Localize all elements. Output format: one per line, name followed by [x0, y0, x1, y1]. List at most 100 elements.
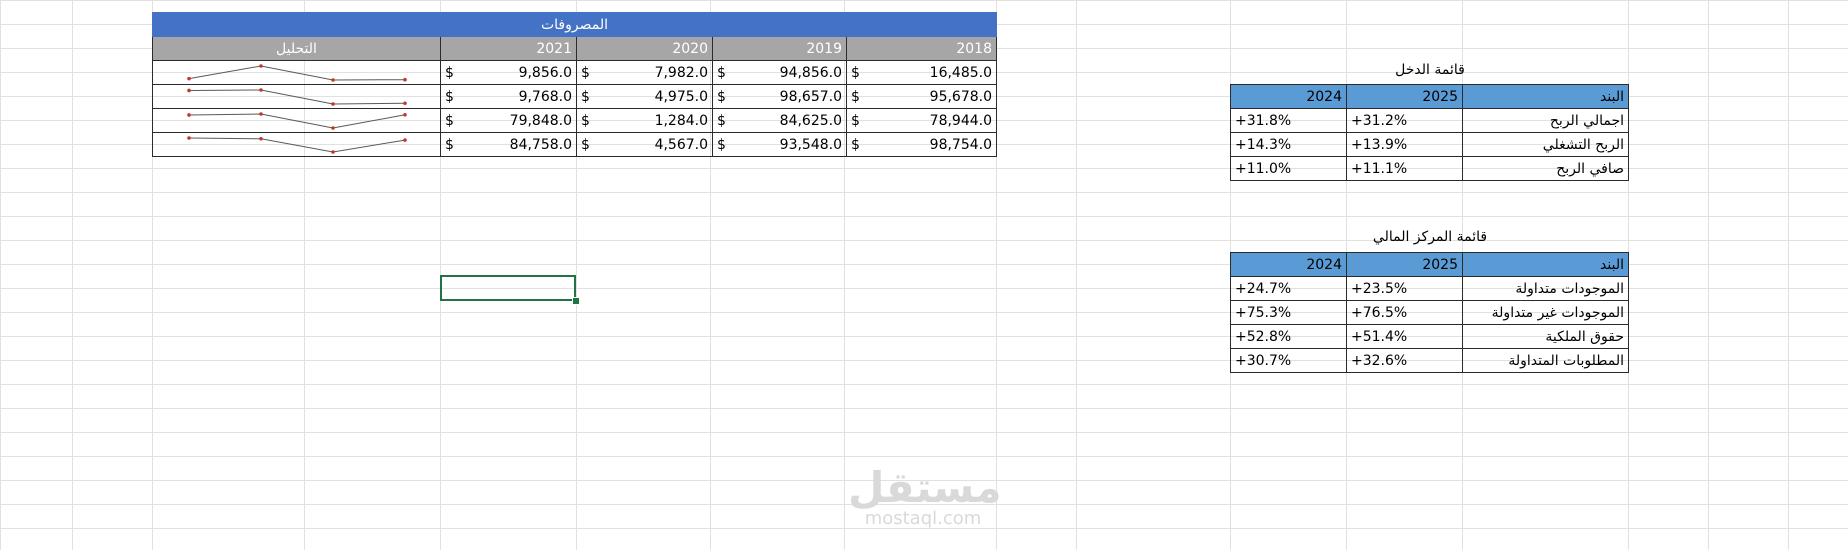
- expenses-row: $9,768.0 $4,975.0 $98,657.0 $95,678.0: [152, 84, 997, 109]
- currency-wrap: $16,485.0: [851, 65, 992, 81]
- sparkline-cell[interactable]: [152, 60, 441, 85]
- income-statement-table: 2024 2025 البند +31.8% +31.2% اجمالي الربح…: [1230, 84, 1629, 181]
- income-row: +11.0% +11.1% صافي الربح: [1230, 156, 1629, 181]
- currency-wrap: $84,758.0: [445, 137, 572, 153]
- currency-wrap: $4,567.0: [581, 137, 708, 153]
- sparkline-cell[interactable]: [152, 84, 441, 109]
- year-header-2020[interactable]: 2020: [576, 36, 713, 61]
- expense-value-cell[interactable]: $84,758.0: [440, 132, 577, 157]
- column-divider: [1076, 0, 1077, 550]
- value-2024[interactable]: +14.3%: [1230, 132, 1347, 157]
- currency-wrap: $95,678.0: [851, 89, 992, 105]
- year-header-2019[interactable]: 2019: [712, 36, 847, 61]
- currency-symbol: $: [717, 88, 726, 105]
- sparkline-marker: [331, 149, 335, 154]
- income-header-2025[interactable]: 2025: [1346, 84, 1463, 109]
- sparkline-marker: [403, 100, 407, 105]
- currency-symbol: $: [717, 64, 726, 81]
- sparkline-marker: [331, 77, 335, 82]
- sparkline: [187, 87, 407, 106]
- sparkline-marker: [331, 101, 335, 106]
- value-2025[interactable]: +23.5%: [1346, 276, 1463, 301]
- currency-symbol: $: [445, 64, 454, 81]
- sparkline-cell[interactable]: [152, 108, 441, 133]
- expense-value: 98,754.0: [929, 136, 992, 153]
- position-header-2024[interactable]: 2024: [1230, 252, 1347, 277]
- value-2024[interactable]: +30.7%: [1230, 348, 1347, 373]
- expense-value-cell[interactable]: $9,768.0: [440, 84, 577, 109]
- value-2025[interactable]: +76.5%: [1346, 300, 1463, 325]
- item-label[interactable]: اجمالي الربح: [1462, 108, 1629, 133]
- expense-value-cell[interactable]: $94,856.0: [712, 60, 847, 85]
- currency-symbol: $: [851, 88, 860, 105]
- sparkline-marker: [331, 125, 335, 130]
- expense-value-cell[interactable]: $95,678.0: [846, 84, 997, 109]
- expense-value-cell[interactable]: $4,975.0: [576, 84, 713, 109]
- expenses-title-row: المصروفات: [152, 12, 997, 37]
- fill-handle[interactable]: [572, 297, 580, 305]
- value-2024[interactable]: +11.0%: [1230, 156, 1347, 181]
- value-2024[interactable]: +75.3%: [1230, 300, 1347, 325]
- value-2025[interactable]: +51.4%: [1346, 324, 1463, 349]
- year-header-2018[interactable]: 2018: [846, 36, 997, 61]
- item-label[interactable]: صافي الربح: [1462, 156, 1629, 181]
- currency-symbol: $: [717, 136, 726, 153]
- expense-value-cell[interactable]: $7,982.0: [576, 60, 713, 85]
- year-header-2021[interactable]: 2021: [440, 36, 577, 61]
- column-divider: [72, 0, 73, 550]
- expense-value: 4,975.0: [654, 88, 708, 105]
- expense-value-cell[interactable]: $4,567.0: [576, 132, 713, 157]
- expense-value-cell[interactable]: $79,848.0: [440, 108, 577, 133]
- currency-symbol: $: [581, 64, 590, 81]
- expense-value: 84,758.0: [509, 136, 572, 153]
- expenses-row: $84,758.0 $4,567.0 $93,548.0 $98,754.0: [152, 132, 997, 157]
- item-label[interactable]: الربح التشغلي: [1462, 132, 1629, 157]
- value-2024[interactable]: +31.8%: [1230, 108, 1347, 133]
- sparkline-marker: [259, 63, 263, 68]
- expense-value-cell[interactable]: $1,284.0: [576, 108, 713, 133]
- currency-symbol: $: [445, 88, 454, 105]
- value-2024[interactable]: +24.7%: [1230, 276, 1347, 301]
- expense-value-cell[interactable]: $84,625.0: [712, 108, 847, 133]
- currency-wrap: $78,944.0: [851, 113, 992, 129]
- income-row: +31.8% +31.2% اجمالي الربح: [1230, 108, 1629, 133]
- position-row: +52.8% +51.4% حقوق الملكية: [1230, 324, 1629, 349]
- expense-value-cell[interactable]: $98,657.0: [712, 84, 847, 109]
- value-2025[interactable]: +31.2%: [1346, 108, 1463, 133]
- income-statement-title[interactable]: قائمة الدخل: [1230, 62, 1630, 78]
- expense-value-cell[interactable]: $9,856.0: [440, 60, 577, 85]
- expense-value: 9,856.0: [518, 64, 572, 81]
- financial-position-title[interactable]: قائمة المركز المالي: [1230, 229, 1630, 245]
- expense-value: 16,485.0: [929, 64, 992, 81]
- expense-value-cell[interactable]: $16,485.0: [846, 60, 997, 85]
- sparkline-marker: [259, 87, 263, 92]
- sparkline-marker: [403, 112, 407, 117]
- currency-wrap: $98,657.0: [717, 89, 842, 105]
- expense-value-cell[interactable]: $93,548.0: [712, 132, 847, 157]
- item-label[interactable]: الموجودات متداولة: [1462, 276, 1629, 301]
- position-row: +30.7% +32.6% المطلوبات المتداولة: [1230, 348, 1629, 373]
- column-divider: [1708, 0, 1709, 550]
- currency-symbol: $: [851, 64, 860, 81]
- value-2025[interactable]: +32.6%: [1346, 348, 1463, 373]
- item-label[interactable]: حقوق الملكية: [1462, 324, 1629, 349]
- expense-value: 94,856.0: [779, 64, 842, 81]
- income-header-2024[interactable]: 2024: [1230, 84, 1347, 109]
- sparkline-line: [188, 88, 406, 105]
- position-header-item[interactable]: البند: [1462, 252, 1629, 277]
- item-label[interactable]: المطلوبات المتداولة: [1462, 348, 1629, 373]
- income-header-item[interactable]: البند: [1462, 84, 1629, 109]
- item-label[interactable]: الموجودات غير متداولة: [1462, 300, 1629, 325]
- expense-value-cell[interactable]: $98,754.0: [846, 132, 997, 157]
- position-header-2025[interactable]: 2025: [1346, 252, 1463, 277]
- value-2024[interactable]: +52.8%: [1230, 324, 1347, 349]
- expense-value: 93,548.0: [779, 136, 842, 153]
- position-row: +75.3% +76.5% الموجودات غير متداولة: [1230, 300, 1629, 325]
- expense-value-cell[interactable]: $78,944.0: [846, 108, 997, 133]
- value-2025[interactable]: +13.9%: [1346, 132, 1463, 157]
- analysis-header[interactable]: التحليل: [152, 36, 441, 61]
- value-2025[interactable]: +11.1%: [1346, 156, 1463, 181]
- expenses-title[interactable]: المصروفات: [152, 12, 997, 37]
- selected-cell[interactable]: [440, 275, 576, 301]
- sparkline-cell[interactable]: [152, 132, 441, 157]
